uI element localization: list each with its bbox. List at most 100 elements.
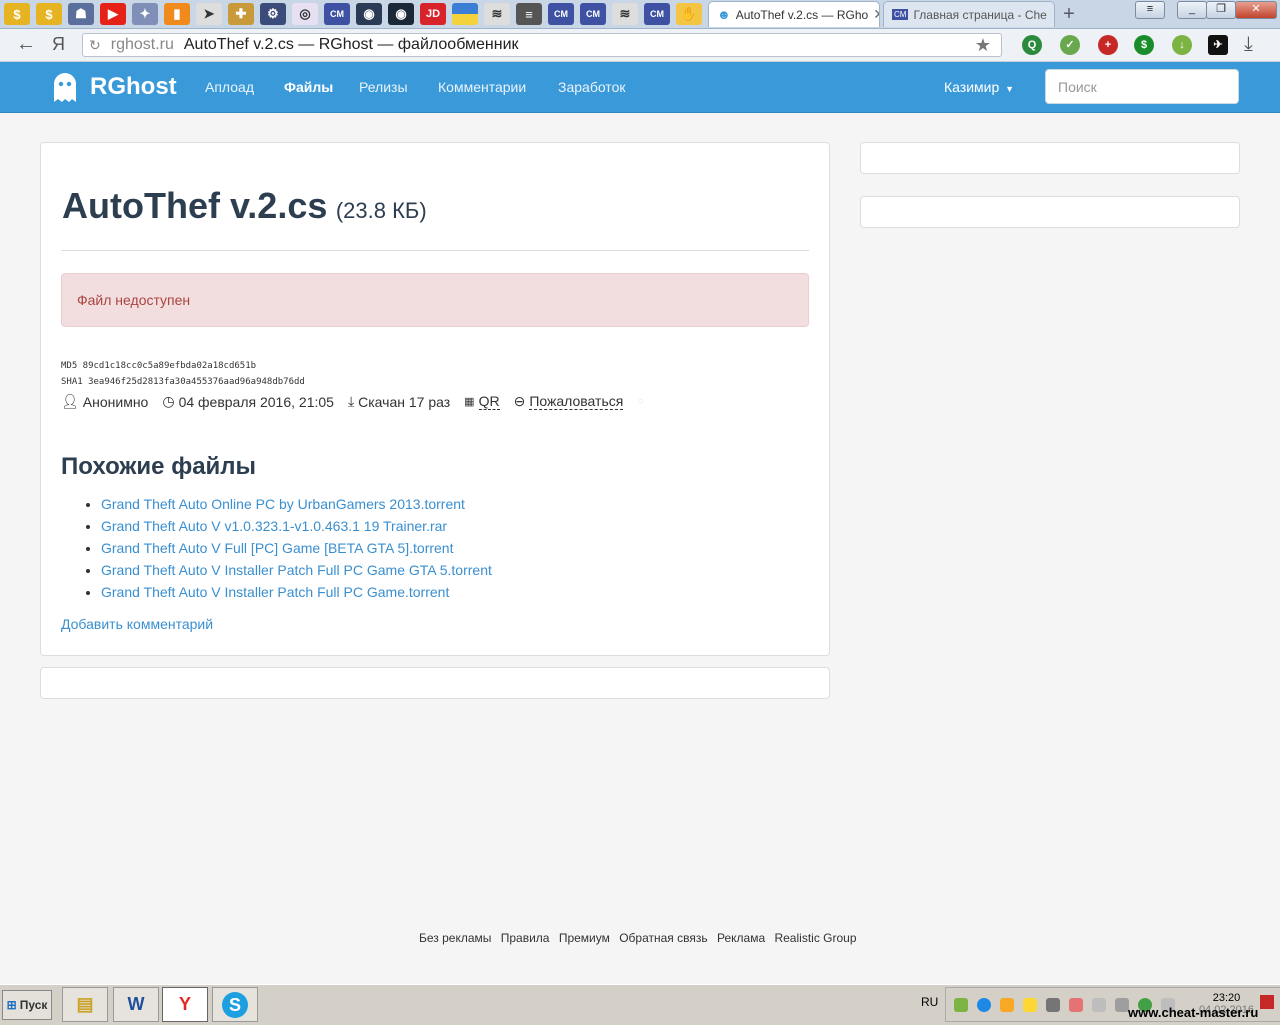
list-item: Grand Theft Auto V v1.0.323.1-v1.0.463.1… bbox=[101, 515, 492, 537]
youtube-icon[interactable]: ▶ bbox=[100, 3, 126, 25]
show-desktop-button[interactable] bbox=[1260, 995, 1274, 1009]
qr-link[interactable]: QR bbox=[478, 393, 500, 410]
jd-icon[interactable]: JD bbox=[420, 3, 446, 25]
qr-item[interactable]: ▦ QR bbox=[464, 393, 500, 410]
list-item: Grand Theft Auto V Installer Patch Full … bbox=[101, 581, 492, 603]
footer-feedback[interactable]: Обратная связь bbox=[619, 931, 707, 945]
comments-panel bbox=[40, 667, 830, 699]
list-item: Grand Theft Auto Online PC by UrbanGamer… bbox=[101, 493, 492, 515]
url-title: AutoThef v.2.cs — RGhost — файлообменник bbox=[183, 36, 519, 53]
yandex-taskbar-button[interactable]: Y bbox=[162, 987, 208, 1022]
brand-name: RGhost bbox=[90, 73, 177, 100]
gear-plus-icon[interactable]: ✚ bbox=[228, 3, 254, 25]
back-arrow-icon[interactable]: ← bbox=[16, 33, 36, 56]
ukraine-flag-icon[interactable] bbox=[452, 3, 478, 25]
list-item: Grand Theft Auto V Full [PC] Game [BETA … bbox=[101, 537, 492, 559]
money-extension-icon[interactable]: $ bbox=[1134, 35, 1154, 55]
search-input[interactable] bbox=[1045, 69, 1239, 104]
similar-file-link[interactable]: Grand Theft Auto V Installer Patch Full … bbox=[101, 562, 492, 578]
cloud-extension-icon[interactable]: + bbox=[1098, 35, 1118, 55]
language-indicator[interactable]: RU bbox=[921, 995, 938, 1009]
nav-earnings[interactable]: Заработок bbox=[558, 79, 625, 95]
nav-comments[interactable]: Комментарии bbox=[438, 79, 526, 95]
search-extension-icon[interactable]: Q bbox=[1022, 35, 1042, 55]
taskbar: ⊞ Пуск ▤ W Y S RU 23:20 04.02.2016 bbox=[0, 984, 1280, 1025]
tray-app-icon[interactable] bbox=[1046, 998, 1060, 1012]
add-comment-link[interactable]: Добавить комментарий bbox=[61, 616, 213, 632]
windows-logo-icon: ⊞ bbox=[6, 998, 17, 1012]
cm-icon[interactable]: CM bbox=[644, 3, 670, 25]
cm-icon[interactable]: CM bbox=[548, 3, 574, 25]
footer-realistic-group[interactable]: Realistic Group bbox=[774, 931, 856, 945]
shield-extension-icon[interactable]: ✓ bbox=[1060, 35, 1080, 55]
tray-app-icon[interactable] bbox=[954, 998, 968, 1012]
tab-rghost[interactable]: ☻ AutoThef v.2.cs — RGho ✕ bbox=[708, 1, 880, 27]
coin-icon[interactable]: $ bbox=[36, 3, 62, 25]
hand-icon[interactable]: ✋ bbox=[676, 3, 702, 25]
tray-app-icon[interactable] bbox=[977, 998, 991, 1012]
minus-circle-icon: ⊖ bbox=[513, 393, 526, 409]
books-icon[interactable]: ≋ bbox=[612, 3, 638, 25]
coin-icon[interactable]: $ bbox=[4, 3, 30, 25]
tray-app-icon[interactable] bbox=[1069, 998, 1083, 1012]
downloads-item: ⤓ Скачан 17 раз bbox=[348, 393, 450, 410]
nav-files[interactable]: Файлы bbox=[284, 79, 333, 95]
close-icon[interactable]: ✕ bbox=[873, 6, 879, 23]
compass-icon[interactable]: ◎ bbox=[292, 3, 318, 25]
start-button[interactable]: ⊞ Пуск bbox=[2, 990, 52, 1020]
minimize-button[interactable]: _ bbox=[1177, 1, 1207, 19]
tab-cheat-master[interactable]: CM Главная страница - Che bbox=[883, 1, 1055, 27]
downloads-icon[interactable]: ⤓ bbox=[1244, 33, 1253, 56]
books-icon[interactable]: ≋ bbox=[484, 3, 510, 25]
download-extension-icon[interactable]: ↓ bbox=[1172, 35, 1192, 55]
similar-file-link[interactable]: Grand Theft Auto V Full [PC] Game [BETA … bbox=[101, 540, 453, 556]
report-item[interactable]: ⊖ Пожаловаться bbox=[514, 393, 624, 410]
user-menu[interactable]: Казимир ▼ bbox=[944, 79, 1014, 95]
steam-icon[interactable]: ◉ bbox=[388, 3, 414, 25]
explorer-taskbar-button[interactable]: ▤ bbox=[62, 987, 108, 1022]
nav-releases[interactable]: Релизы bbox=[359, 79, 408, 95]
volume-icon[interactable] bbox=[1092, 998, 1106, 1012]
footer-premium[interactable]: Премиум bbox=[559, 931, 610, 945]
gamepad-icon[interactable]: ✦ bbox=[132, 3, 158, 25]
robot-icon[interactable]: ☗ bbox=[68, 3, 94, 25]
database-icon[interactable]: ≡ bbox=[516, 3, 542, 25]
refresh-icon[interactable]: ↻ bbox=[89, 37, 101, 54]
footer-rules[interactable]: Правила bbox=[501, 931, 550, 945]
cursor-icon[interactable]: ➤ bbox=[196, 3, 222, 25]
chart-icon[interactable]: ▮ bbox=[164, 3, 190, 25]
tray-app-icon[interactable] bbox=[1023, 998, 1037, 1012]
file-panel: AutoThef v.2.cs (23.8 КБ) Файл недоступе… bbox=[40, 142, 830, 656]
download-icon: ⤓ bbox=[347, 393, 355, 409]
tab-label: AutoThef v.2.cs — RGho bbox=[735, 7, 869, 22]
gear-icon[interactable]: ⚙ bbox=[260, 3, 286, 25]
similar-file-link[interactable]: Grand Theft Auto Online PC by UrbanGamer… bbox=[101, 496, 465, 512]
similar-file-link[interactable]: Grand Theft Auto V v1.0.323.1-v1.0.463.1… bbox=[101, 518, 447, 534]
site-logo[interactable]: RGhost bbox=[48, 70, 177, 104]
new-tab-button[interactable]: + bbox=[1058, 3, 1080, 25]
footer-no-ads[interactable]: Без рекламы bbox=[419, 931, 491, 945]
network-icon[interactable] bbox=[1115, 998, 1129, 1012]
site-navbar: RGhost Аплоад Файлы Релизы Комментарии З… bbox=[0, 62, 1280, 113]
url-field[interactable]: ↻ rghost.ru AutoThef v.2.cs — RGhost — ф… bbox=[82, 33, 1002, 57]
word-taskbar-button[interactable]: W bbox=[113, 987, 159, 1022]
close-window-button[interactable]: ✕ bbox=[1235, 1, 1277, 19]
tray-app-icon[interactable] bbox=[1000, 998, 1014, 1012]
tab-label: Главная страница - Che bbox=[913, 7, 1047, 22]
steam-icon[interactable]: ◉ bbox=[356, 3, 382, 25]
cm-icon[interactable]: CM bbox=[580, 3, 606, 25]
upload-date: 04 февраля 2016, 21:05 bbox=[178, 393, 334, 410]
footer-advertising[interactable]: Реклама bbox=[717, 931, 765, 945]
user-icon: 👤︎ bbox=[61, 393, 79, 409]
skype-taskbar-button[interactable]: S bbox=[212, 987, 258, 1022]
bookmark-star-icon[interactable]: ★ bbox=[975, 35, 991, 56]
menu-button[interactable]: ≡ bbox=[1135, 1, 1165, 19]
yandex-icon[interactable]: Я bbox=[52, 34, 65, 55]
nav-upload[interactable]: Аплоад bbox=[205, 79, 254, 95]
steam-extension-icon[interactable]: ✈ bbox=[1208, 35, 1228, 55]
cm-icon[interactable]: CM bbox=[324, 3, 350, 25]
restore-button[interactable]: ❐ bbox=[1206, 1, 1236, 19]
similar-file-link[interactable]: Grand Theft Auto V Installer Patch Full … bbox=[101, 584, 449, 600]
address-bar: ← Я ↻ rghost.ru AutoThef v.2.cs — RGhost… bbox=[0, 29, 1280, 62]
report-link[interactable]: Пожаловаться bbox=[529, 393, 624, 410]
